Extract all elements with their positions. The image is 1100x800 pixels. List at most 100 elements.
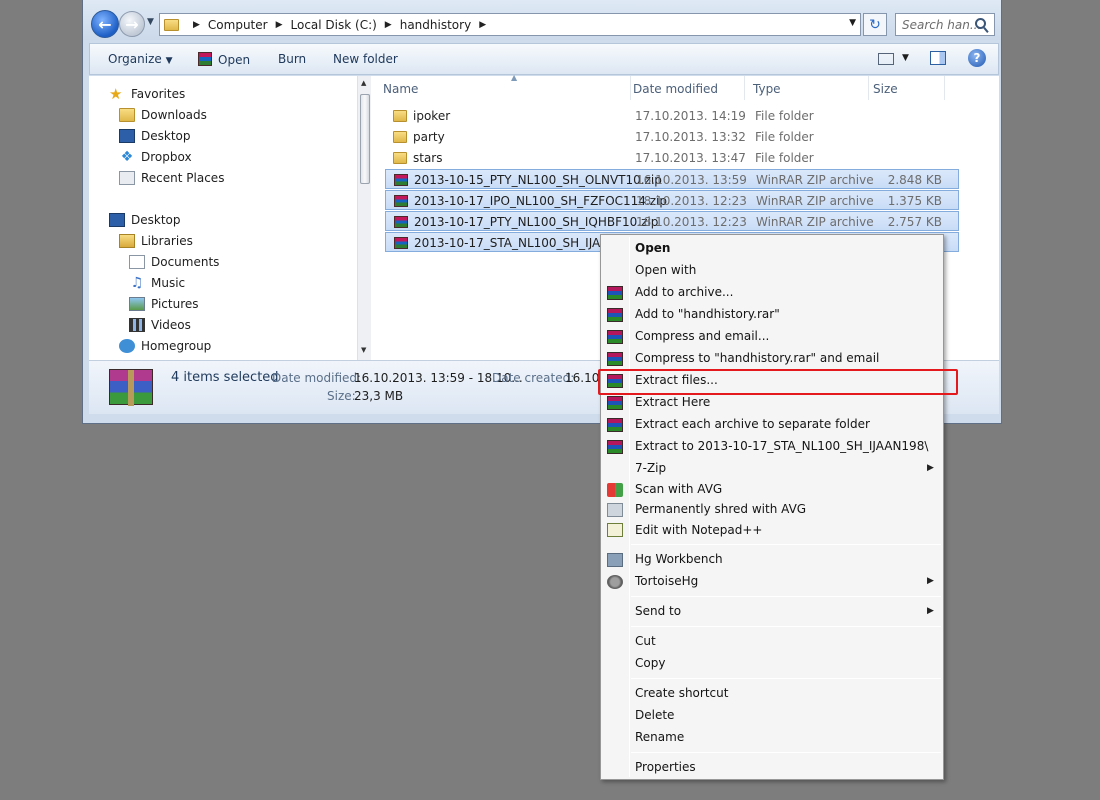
column-header-size[interactable]: Size <box>867 76 945 100</box>
nav-documents[interactable]: Documents <box>129 252 219 272</box>
nav-desktop-favorite[interactable]: Desktop <box>119 126 191 146</box>
address-dropdown-icon[interactable]: ▼ <box>849 18 856 28</box>
file-row[interactable]: party 17.10.2013. 13:32 File folder <box>385 127 959 147</box>
address-bar[interactable]: ▶ Computer ▶ Local Disk (C:) ▶ handhisto… <box>159 13 861 36</box>
menu-item-cut[interactable]: Cut <box>635 634 656 648</box>
file-row[interactable]: stars 17.10.2013. 13:47 File folder <box>385 148 959 168</box>
menu-item-notepad[interactable]: Edit with Notepad++ <box>635 523 762 537</box>
menu-item-add-to-archive[interactable]: Add to archive... <box>635 285 733 299</box>
open-button[interactable]: Open <box>198 52 250 67</box>
nav-label: Desktop <box>131 213 181 227</box>
menu-item-compress-rar-email[interactable]: Compress to "handhistory.rar" and email <box>635 351 879 365</box>
file-type: File folder <box>755 130 814 144</box>
menu-item-create-shortcut[interactable]: Create shortcut <box>635 686 728 700</box>
menu-item-hg-workbench[interactable]: Hg Workbench <box>635 552 723 566</box>
refresh-button[interactable]: ↻ <box>863 13 887 36</box>
breadcrumb-local-disk[interactable]: Local Disk (C:) <box>291 18 377 32</box>
nav-recent-places[interactable]: Recent Places <box>119 168 224 188</box>
file-name: 2013-10-17_IPO_NL100_SH_FZFOC114.zip <box>414 194 667 208</box>
file-row[interactable]: 2013-10-17_PTY_NL100_SH_IQHBF10.zip 18.1… <box>385 211 959 231</box>
nav-scrollbar[interactable]: ▲ ▼ <box>357 76 371 360</box>
menu-item-open-with[interactable]: Open with <box>635 263 696 277</box>
menu-separator <box>631 678 941 679</box>
nav-label: Dropbox <box>141 150 192 164</box>
menu-item-tortoisehg[interactable]: TortoiseHg <box>635 574 698 588</box>
menu-item-scan-avg[interactable]: Scan with AVG <box>635 482 722 496</box>
file-row[interactable]: ipoker 17.10.2013. 14:19 File folder <box>385 106 959 126</box>
menu-item-delete[interactable]: Delete <box>635 708 674 722</box>
menu-item-extract-to[interactable]: Extract to 2013-10-17_STA_NL100_SH_IJAAN… <box>635 439 928 453</box>
file-type: WinRAR ZIP archive <box>756 215 874 229</box>
navigation-pane: ★ Favorites Downloads Desktop ❖ Dropbox Re… <box>89 76 371 360</box>
menu-item-shred-avg[interactable]: Permanently shred with AVG <box>635 502 806 516</box>
selection-count: 4 items selected <box>171 370 279 385</box>
new-folder-button[interactable]: New folder <box>333 52 398 66</box>
help-icon[interactable]: ? <box>968 49 986 67</box>
nav-desktop[interactable]: Desktop <box>109 210 181 230</box>
chevron-right-icon[interactable]: ▶ <box>479 20 486 30</box>
scroll-up-icon[interactable]: ▲ <box>361 79 366 87</box>
menu-item-send-to[interactable]: Send to <box>635 604 681 618</box>
music-icon: ♫ <box>130 275 144 291</box>
burn-button[interactable]: Burn <box>278 52 306 66</box>
command-bar: Organize ▼ Open Burn New folder ▼ ? <box>89 43 999 75</box>
nav-pictures[interactable]: Pictures <box>129 294 199 314</box>
dropbox-icon: ❖ <box>120 149 134 165</box>
file-row[interactable]: 2013-10-17_IPO_NL100_SH_FZFOC114.zip 18.… <box>385 190 959 210</box>
menu-item-extract-here[interactable]: Extract Here <box>635 395 710 409</box>
column-header-type[interactable]: Type <box>747 76 869 100</box>
menu-separator <box>631 752 941 753</box>
submenu-arrow-icon: ▶ <box>927 576 934 586</box>
search-icon[interactable] <box>975 18 986 29</box>
chevron-right-icon[interactable]: ▶ <box>193 20 200 30</box>
file-row[interactable]: 2013-10-15_PTY_NL100_SH_OLNVT10.zip 16.1… <box>385 169 959 189</box>
recent-pages-dropdown-icon[interactable]: ▼ <box>147 17 154 27</box>
scroll-down-icon[interactable]: ▼ <box>361 346 366 354</box>
menu-icon-gutter <box>629 237 630 777</box>
menu-separator <box>631 596 941 597</box>
nav-label: Homegroup <box>141 339 212 353</box>
nav-music[interactable]: ♫ Music <box>129 273 185 293</box>
column-name-label: Name <box>383 82 419 96</box>
column-header-name[interactable]: Name ▲ <box>371 73 631 100</box>
file-size: 2.757 KB <box>887 215 942 229</box>
nav-libraries[interactable]: Libraries <box>119 231 193 251</box>
chevron-down-icon: ▼ <box>165 56 173 66</box>
menu-item-open[interactable]: Open <box>635 241 670 255</box>
back-button[interactable]: ← <box>91 10 119 38</box>
menu-item-copy[interactable]: Copy <box>635 656 665 670</box>
winrar-archive-icon <box>109 369 153 406</box>
file-date: 17.10.2013. 13:47 <box>635 151 746 165</box>
nav-videos[interactable]: Videos <box>129 315 191 335</box>
file-type: File folder <box>755 109 814 123</box>
nav-downloads[interactable]: Downloads <box>119 105 207 125</box>
date-created-label: Date created: <box>492 371 575 385</box>
context-menu: Open Open with Add to archive... Add to … <box>600 234 944 780</box>
file-date: 17.10.2013. 14:19 <box>635 109 746 123</box>
organize-button[interactable]: Organize ▼ <box>108 52 173 66</box>
nav-favorites[interactable]: ★ Favorites <box>109 84 185 104</box>
highlight-box <box>598 369 958 395</box>
scroll-thumb[interactable] <box>360 94 370 184</box>
chevron-right-icon[interactable]: ▶ <box>276 20 283 30</box>
menu-item-add-to-rar[interactable]: Add to "handhistory.rar" <box>635 307 780 321</box>
forward-button[interactable]: → <box>119 11 145 37</box>
chevron-right-icon[interactable]: ▶ <box>385 20 392 30</box>
views-icon[interactable] <box>878 53 894 65</box>
views-dropdown-icon[interactable]: ▼ <box>902 53 909 63</box>
menu-item-compress-email[interactable]: Compress and email... <box>635 329 769 343</box>
folder-icon <box>393 152 407 164</box>
nav-homegroup[interactable]: Homegroup <box>119 336 211 356</box>
winrar-icon <box>607 440 623 454</box>
menu-item-rename[interactable]: Rename <box>635 730 684 744</box>
column-header-date[interactable]: Date modified <box>627 76 745 100</box>
menu-item-7zip[interactable]: 7-Zip <box>635 461 666 475</box>
menu-item-extract-each[interactable]: Extract each archive to separate folder <box>635 417 870 431</box>
nav-dropbox[interactable]: ❖ Dropbox <box>119 147 192 167</box>
notepad-plus-plus-icon <box>607 523 623 537</box>
breadcrumb-handhistory[interactable]: handhistory <box>400 18 471 32</box>
preview-pane-icon[interactable] <box>930 51 946 65</box>
breadcrumb-computer[interactable]: Computer <box>208 18 268 32</box>
menu-item-properties[interactable]: Properties <box>635 760 696 774</box>
folder-icon <box>393 110 407 122</box>
